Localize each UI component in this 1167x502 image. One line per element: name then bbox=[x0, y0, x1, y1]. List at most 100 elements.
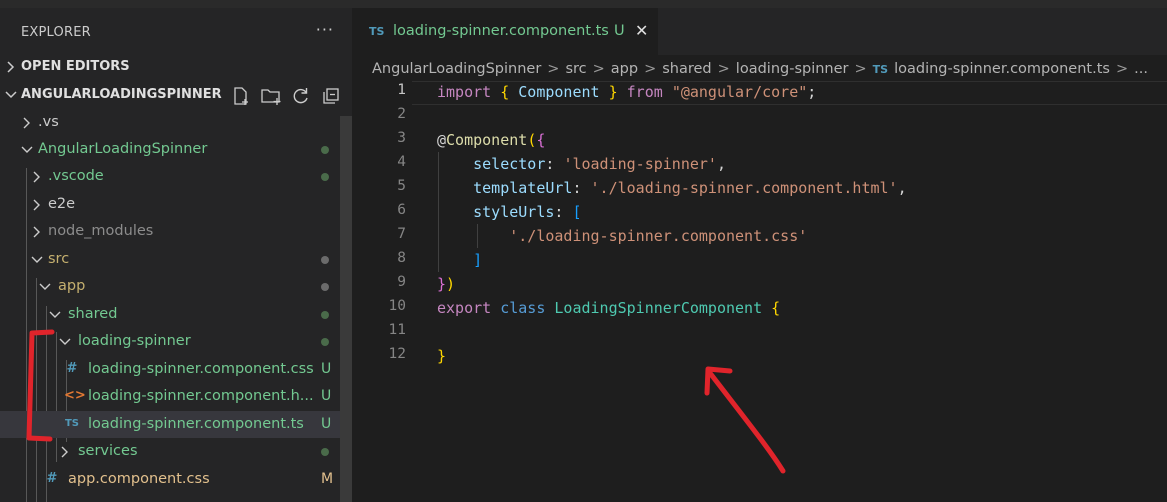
breadcrumb-item[interactable]: shared bbox=[662, 61, 711, 77]
line-number: 7 bbox=[397, 226, 406, 242]
code-line: templateUrl: './loading-spinner.componen… bbox=[437, 176, 907, 200]
tree-item-node-modules[interactable]: node_modules bbox=[0, 218, 340, 245]
tree-item-label: app.component.css bbox=[68, 471, 210, 487]
tab-loading-spinner-ts[interactable]: TS loading-spinner.component.ts U ✕ bbox=[352, 8, 658, 56]
code-token: templateUrl bbox=[473, 179, 573, 197]
tree-item-src[interactable]: src bbox=[0, 246, 340, 273]
tab-git-badge: U bbox=[614, 23, 625, 39]
refresh-icon[interactable] bbox=[288, 84, 314, 108]
typescript-file-icon: TS bbox=[369, 25, 385, 38]
code-token: : bbox=[545, 155, 564, 173]
code-token: : bbox=[572, 179, 591, 197]
code-line: import { Component } from "@angular/core… bbox=[437, 80, 816, 104]
chevron-right-icon bbox=[23, 117, 30, 129]
tree-item-label: node_modules bbox=[48, 223, 154, 239]
line-number: 4 bbox=[397, 154, 406, 170]
tree-item-label: .vs bbox=[38, 114, 59, 130]
breadcrumb-separator-icon: > bbox=[547, 61, 560, 77]
code-token: [ bbox=[572, 203, 582, 221]
tree-item-e2e[interactable]: e2e bbox=[0, 191, 340, 218]
line-number: 8 bbox=[397, 250, 406, 266]
breadcrumb-item[interactable]: app bbox=[611, 61, 638, 77]
code-token: "@angular/core" bbox=[671, 83, 808, 101]
code-editor[interactable]: import { Component } from "@angular/core… bbox=[437, 80, 907, 365]
code-token: LoadingSpinnerComponent bbox=[554, 299, 763, 317]
git-status-badge: U bbox=[321, 361, 332, 377]
open-editors-label: OPEN EDITORS bbox=[21, 59, 130, 74]
tree-item-app-component-css[interactable]: # app.component.css M bbox=[0, 466, 340, 493]
tree-item-label: loading-spinner.component.css bbox=[88, 361, 314, 377]
code-token: , bbox=[716, 155, 726, 173]
close-icon[interactable]: ✕ bbox=[635, 21, 648, 40]
chevron-down-icon bbox=[59, 338, 71, 345]
breadcrumb-item[interactable]: loading-spinner.component.ts bbox=[894, 61, 1110, 77]
code-token: { bbox=[500, 83, 510, 101]
code-line: } bbox=[437, 344, 446, 368]
line-number: 12 bbox=[388, 346, 406, 362]
code-token: './loading-spinner.component.html' bbox=[590, 179, 898, 197]
code-token: './loading-spinner.component.css' bbox=[509, 227, 808, 245]
annotation-arrow bbox=[704, 366, 786, 474]
tree-item-label: e2e bbox=[48, 196, 76, 212]
breadcrumb-item[interactable]: loading-spinner bbox=[736, 61, 849, 77]
git-status-dot bbox=[321, 448, 329, 456]
typescript-file-icon: TS bbox=[872, 62, 889, 76]
more-actions-icon[interactable]: ··· bbox=[316, 20, 334, 39]
open-editors-section[interactable]: OPEN EDITORS bbox=[0, 56, 352, 80]
code-token: Component bbox=[518, 83, 600, 101]
section-actions bbox=[228, 84, 344, 108]
typescript-file-icon: TS bbox=[64, 418, 80, 429]
code-line: @Component({ bbox=[437, 128, 545, 152]
line-number: 3 bbox=[397, 130, 406, 146]
tree-item-vs[interactable]: .vs bbox=[0, 109, 340, 136]
code-line: export class LoadingSpinnerComponent { bbox=[437, 296, 780, 320]
tree-item-vscode[interactable]: .vscode bbox=[0, 163, 340, 190]
chevron-right-icon bbox=[61, 446, 68, 458]
chevron-right-icon bbox=[33, 171, 40, 183]
window-top-strip bbox=[0, 0, 1167, 8]
code-token: selector bbox=[473, 155, 546, 173]
git-status-badge: U bbox=[321, 388, 332, 404]
line-number: 10 bbox=[388, 298, 406, 314]
chevron-right-icon bbox=[33, 226, 40, 238]
tree-item-label: loading-spinner bbox=[78, 333, 191, 349]
sidebar-scrollbar[interactable] bbox=[340, 116, 352, 502]
tree-item-label: loading-spinner.component.h... bbox=[88, 388, 314, 404]
tree-item-label: loading-spinner.component.ts bbox=[88, 416, 304, 432]
breadcrumb-separator-icon: > bbox=[644, 61, 657, 77]
breadcrumb-item[interactable]: ... bbox=[1134, 61, 1148, 77]
tree-item-label: src bbox=[48, 251, 70, 267]
code-token: from bbox=[626, 83, 663, 101]
collapse-all-icon[interactable] bbox=[318, 84, 344, 108]
breadcrumb-separator-icon: > bbox=[592, 61, 605, 77]
annotation-bracket bbox=[26, 329, 55, 442]
code-token: : bbox=[554, 203, 573, 221]
chevron-down-icon bbox=[21, 146, 33, 153]
line-number: 5 bbox=[397, 178, 406, 194]
git-status-dot bbox=[321, 338, 329, 346]
git-status-dot bbox=[321, 311, 329, 319]
tree-item-app[interactable]: app bbox=[0, 273, 340, 300]
code-token: ) bbox=[446, 275, 456, 293]
new-folder-icon[interactable] bbox=[258, 84, 284, 108]
breadcrumb-item[interactable]: src bbox=[565, 61, 586, 77]
new-file-icon[interactable] bbox=[228, 84, 254, 108]
code-line: styleUrls: [ bbox=[437, 200, 582, 224]
css-file-icon: # bbox=[66, 361, 78, 376]
tree-item-angularloadingspinner[interactable]: AngularLoadingSpinner bbox=[0, 136, 340, 163]
git-status-badge: U bbox=[321, 416, 332, 432]
tree-item-label: services bbox=[78, 443, 138, 459]
code-token: class bbox=[500, 299, 546, 317]
code-line: ] bbox=[437, 248, 482, 272]
code-token: 'loading-spinner' bbox=[563, 155, 717, 173]
tree-item-label: app bbox=[58, 278, 86, 294]
breadcrumb-item[interactable]: AngularLoadingSpinner bbox=[372, 61, 541, 77]
code-token: @ bbox=[437, 131, 447, 149]
code-line: }) bbox=[437, 272, 455, 296]
tree-item-shared[interactable]: shared bbox=[0, 301, 340, 328]
code-token: ( bbox=[527, 131, 537, 149]
project-section[interactable]: ANGULARLOADINGSPINNER bbox=[0, 84, 352, 108]
code-token: } bbox=[437, 347, 447, 365]
code-token: export bbox=[437, 299, 492, 317]
code-token: , bbox=[897, 179, 907, 197]
